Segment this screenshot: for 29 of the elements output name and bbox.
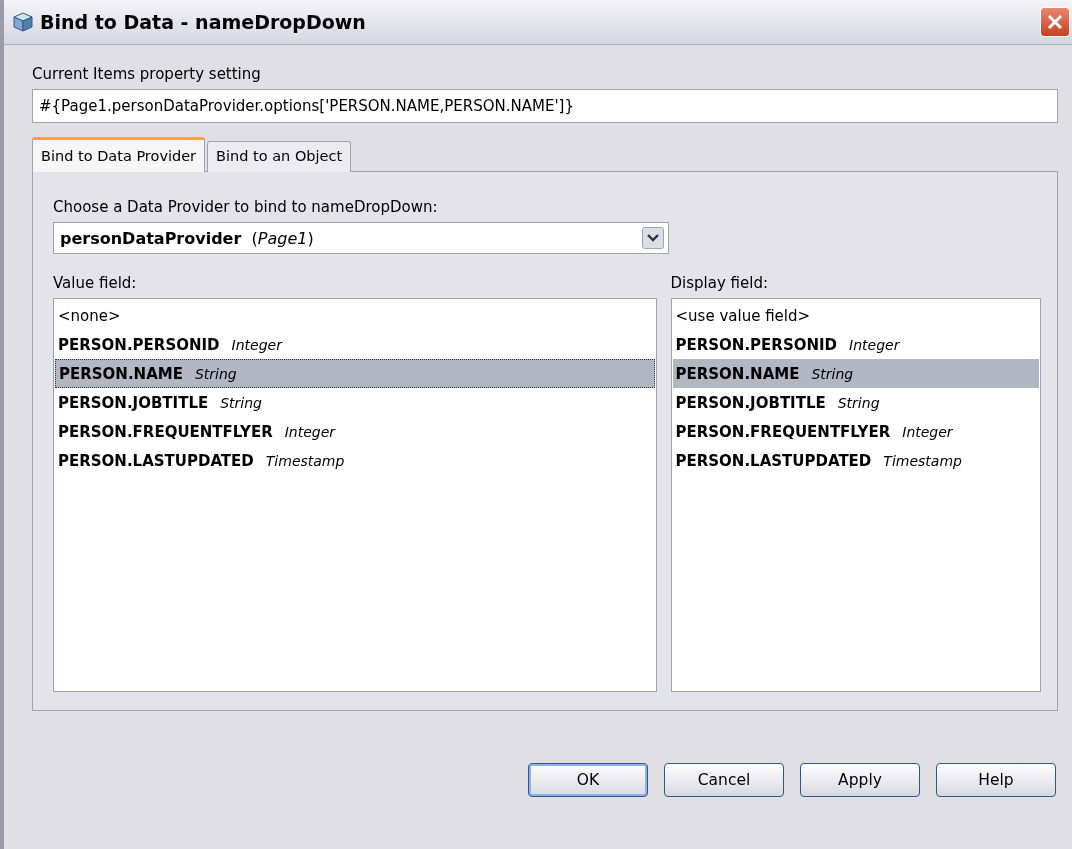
field-label: Value field: bbox=[53, 274, 138, 292]
tab[interactable]: Bind to an Object bbox=[207, 141, 352, 172]
dialog-button[interactable]: Apply bbox=[800, 763, 920, 797]
chevron-down-icon bbox=[642, 227, 664, 249]
list-item[interactable]: <none> bbox=[55, 301, 655, 330]
list-item[interactable]: PERSON.PERSONID Integer bbox=[672, 330, 1039, 359]
list-item[interactable]: PERSON.LASTUPDATED Timestamp bbox=[55, 446, 655, 475]
list-item[interactable]: PERSON.FREQUENTFLYER Integer bbox=[672, 417, 1039, 446]
list-item[interactable]: PERSON.JOBTITLE String bbox=[672, 388, 1039, 417]
field-label: Display field: bbox=[670, 274, 769, 292]
list-item[interactable]: PERSON.FREQUENTFLYER Integer bbox=[55, 417, 655, 446]
list-item[interactable]: PERSON.JOBTITLE String bbox=[55, 388, 655, 417]
list-item[interactable]: <use value field> bbox=[672, 301, 1039, 330]
window-title: Bind to Data - nameDropDown bbox=[40, 11, 367, 33]
close-button[interactable] bbox=[1040, 7, 1070, 37]
dialog-button[interactable]: Cancel bbox=[664, 763, 784, 797]
provider-dropdown[interactable]: personDataProvider (Page1) bbox=[53, 222, 669, 254]
list-item[interactable]: PERSON.LASTUPDATED Timestamp bbox=[672, 446, 1039, 475]
list-item[interactable]: PERSON.PERSONID Integer bbox=[55, 330, 655, 359]
list-item[interactable]: PERSON.NAME String bbox=[55, 359, 655, 388]
property-field[interactable]: #{Page1.personDataProvider.options['PERSON.NAME,PERSON.NAME']} bbox=[32, 89, 1058, 123]
list-item[interactable]: PERSON.NAME String bbox=[672, 359, 1039, 388]
close-icon bbox=[1046, 13, 1064, 31]
dialog-button[interactable]: Help bbox=[936, 763, 1056, 797]
cube-icon bbox=[12, 11, 34, 33]
field-label: Current Items property setting bbox=[32, 65, 262, 83]
field-label: Choose a Data Provider to bind to nameDropDown: bbox=[53, 198, 439, 216]
dialog-button[interactable]: OK bbox=[528, 763, 648, 797]
tab[interactable]: Bind to Data Provider bbox=[32, 137, 206, 172]
